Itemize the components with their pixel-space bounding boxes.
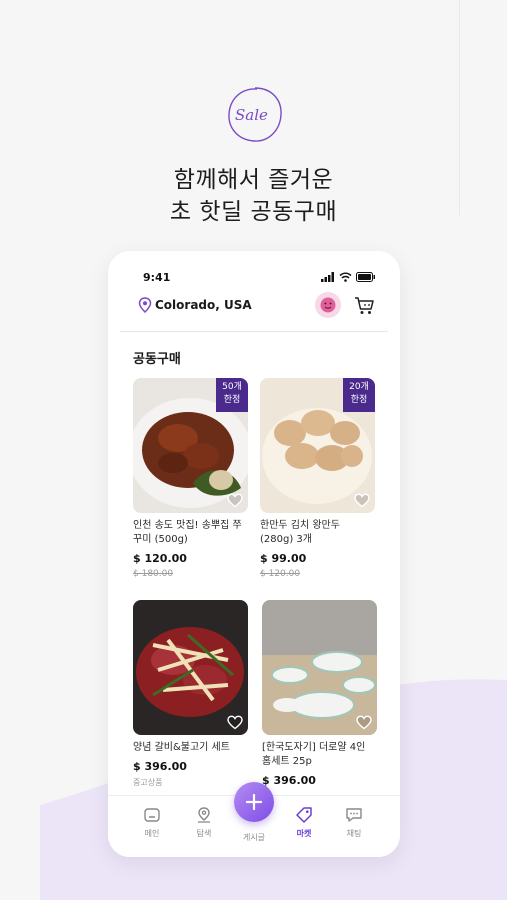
product-card[interactable]: 50개 한정 인천 송도 맛집! 송뿌집 쭈꾸미 (500g) $ 120.00 …	[133, 378, 248, 579]
nav-search[interactable]: 탐색	[179, 806, 229, 839]
cart-icon[interactable]	[353, 294, 375, 316]
product-subtext: 중고상품	[133, 778, 163, 787]
status-time: 9:41	[143, 271, 171, 284]
heart-icon[interactable]	[227, 493, 243, 508]
avatar-face-icon	[320, 297, 336, 313]
nav-market-label: 마켓	[296, 829, 312, 838]
add-post-button[interactable]	[234, 782, 274, 822]
chat-icon	[346, 808, 362, 822]
product-name: [한국도자기] 더로얄 4인 홈세트 25p	[262, 742, 366, 767]
product-card[interactable]: 양념 갈비&불고기 세트 $ 396.00 중고상품	[133, 600, 248, 788]
product-name: 인천 송도 맛집! 송뿌집 쭈꾸미 (500g)	[133, 520, 242, 545]
nav-home-label: 메인	[144, 829, 160, 838]
limit-badge: 50개 한정	[216, 378, 248, 412]
heart-icon[interactable]	[356, 715, 372, 730]
plus-icon	[245, 793, 263, 811]
product-card[interactable]: 20개 한정 한만두 김치 왕만두 (280g) 3개 $ 99.00 $ 120…	[260, 378, 375, 579]
product-name: 양념 갈비&불고기 세트	[133, 742, 230, 753]
nav-home[interactable]: 메인	[127, 806, 177, 839]
product-image	[262, 600, 377, 735]
avatar[interactable]	[315, 292, 341, 318]
product-price: $ 120.00	[133, 552, 187, 565]
product-image: 50개 한정	[133, 378, 248, 513]
header-divider	[120, 331, 388, 332]
heart-icon[interactable]	[354, 493, 370, 508]
status-bar: 9:41	[108, 251, 400, 293]
location-row: Colorado, USA	[108, 291, 400, 327]
section-title: 공동구매	[133, 352, 181, 367]
nav-market[interactable]: 마켓	[279, 806, 329, 839]
product-image	[133, 600, 248, 735]
product-original-price: $ 180.00	[133, 569, 174, 579]
limit-badge: 20개 한정	[343, 378, 375, 412]
nav-write[interactable]: 게시글	[229, 828, 279, 843]
product-price: $ 396.00	[133, 760, 187, 773]
headline-line-1: 함께해서 즐거운	[173, 167, 334, 193]
map-pin-icon	[198, 807, 210, 823]
nav-chat-label: 채팅	[346, 829, 362, 838]
bottom-nav: 메인 탐색 게시글 마켓 채팅	[108, 782, 400, 857]
product-image: 20개 한정	[260, 378, 375, 513]
sale-logo-icon: Sale	[228, 87, 282, 142]
product-price: $ 99.00	[260, 552, 307, 565]
sale-logo-text: Sale	[235, 106, 268, 124]
tag-icon	[296, 807, 312, 823]
product-original-price: $ 120.00	[260, 569, 301, 579]
heart-icon[interactable]	[227, 715, 243, 730]
nav-write-label: 게시글	[242, 833, 266, 842]
nav-chat[interactable]: 채팅	[329, 806, 379, 839]
location-pin-icon	[138, 297, 152, 313]
signal-icon	[321, 272, 334, 282]
battery-icon	[356, 272, 375, 282]
nav-search-label: 탐색	[196, 829, 212, 838]
location-label[interactable]: Colorado, USA	[155, 298, 252, 312]
headline-line-2: 초 핫딜 공동구매	[169, 199, 338, 225]
product-price: $ 396.00	[262, 774, 316, 787]
home-icon	[144, 808, 160, 822]
phone-screen: 9:41 Colorado, USA 공동구매 50개 한정 인천 송도 맛집!…	[108, 251, 400, 857]
product-name: 한만두 김치 왕만두 (280g) 3개	[260, 520, 340, 545]
wifi-icon	[339, 272, 352, 282]
product-card[interactable]: [한국도자기] 더로얄 4인 홈세트 25p $ 396.00	[262, 600, 377, 787]
